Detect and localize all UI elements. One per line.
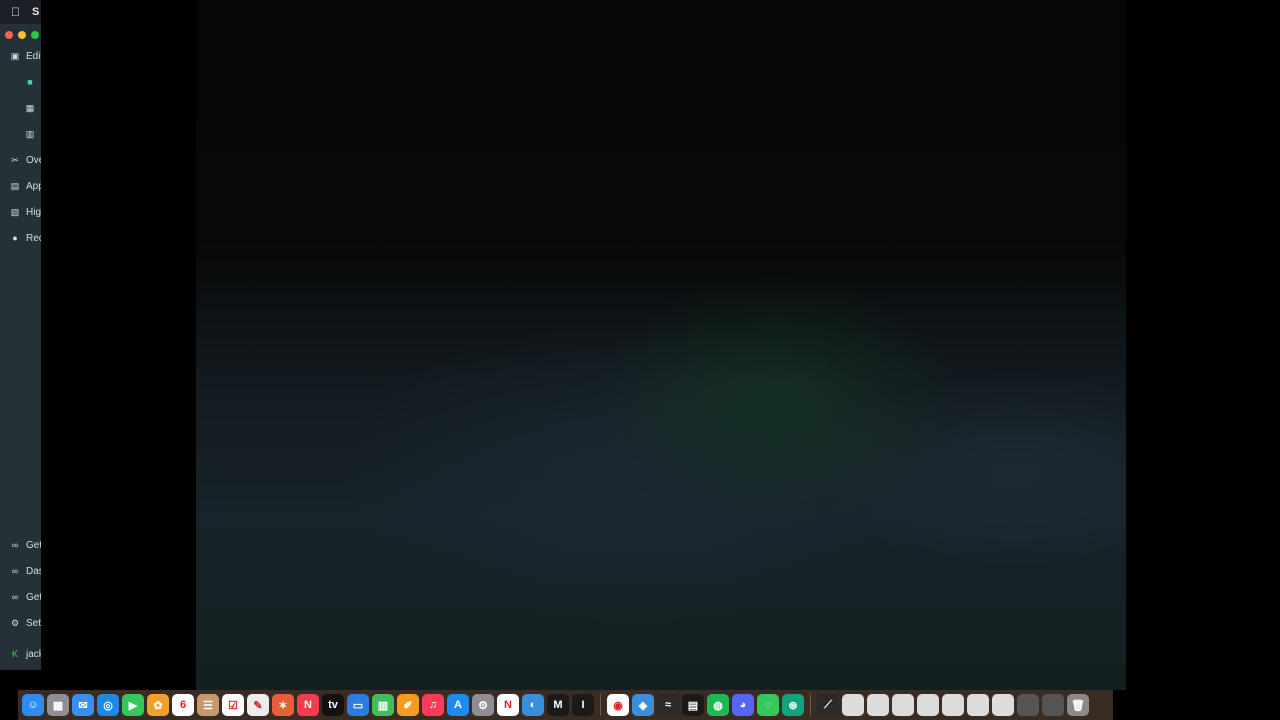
messages-icon[interactable]: ◌ — [757, 694, 779, 716]
mail-icon[interactable]: ✉ — [72, 694, 94, 716]
sidebar-bottom-item[interactable]: ∞ Get — [0, 585, 41, 609]
folder-video-icon: ▣ — [10, 50, 20, 61]
sidebar-item-label: Editi — [26, 50, 41, 62]
folder-icon[interactable] — [1017, 694, 1039, 716]
medium-icon[interactable]: M — [547, 694, 569, 716]
tools-icon: ✂ — [11, 154, 19, 165]
news-icon[interactable]: N — [297, 694, 319, 716]
video-preview[interactable] — [196, 0, 1126, 690]
piano-icon[interactable]: ▤ — [682, 694, 704, 716]
window-thumb-icon[interactable] — [867, 694, 889, 716]
gear-icon: ⚙ — [10, 617, 20, 628]
sidebar-item[interactable]: ▤ App — [0, 174, 41, 198]
freeform-icon[interactable]: ✶ — [272, 694, 294, 716]
keynote-icon[interactable]: ▭ — [347, 694, 369, 716]
sidebar-item-label: Das — [26, 565, 41, 577]
sidebar-item[interactable]: ● Rec — [0, 226, 41, 250]
sidebar-item[interactable]: ✂ Ove — [0, 148, 41, 172]
safari-icon[interactable]: ◎ — [97, 694, 119, 716]
sidebar-item-label: Sett — [26, 617, 41, 629]
sidebar-item[interactable]: ▣ Editi — [0, 44, 41, 68]
sidebar-item[interactable]: ▥ — [0, 122, 41, 146]
window-thumb-icon[interactable] — [967, 694, 989, 716]
facetime-icon[interactable]: ▶ — [122, 694, 144, 716]
sidebar-item-label: Get — [26, 591, 41, 603]
launchpad-icon[interactable]: ▦ — [47, 694, 69, 716]
waveform-icon[interactable]: ≈ — [657, 694, 679, 716]
spotify-icon[interactable]: ◍ — [707, 694, 729, 716]
highlight-icon: ▧ — [10, 206, 20, 217]
sidebar-bottom-item[interactable]: ∞ Get — [0, 533, 41, 557]
downloads-icon[interactable] — [1042, 694, 1064, 716]
window-thumb-icon[interactable] — [942, 694, 964, 716]
notes-icon[interactable]: ✎ — [247, 694, 269, 716]
desktop:  S ▣Editi■▦▥✂Ove▤App▧Higl●Rec ∞Get∞Das∞… — [0, 0, 1280, 720]
sidebar-item-label: Ove — [26, 154, 41, 166]
sidebar-bottom-item[interactable]: Kjack — [0, 642, 41, 666]
window-thumb-icon[interactable] — [842, 694, 864, 716]
record-icon: ● — [12, 233, 18, 243]
link-icon: ∞ — [11, 566, 19, 576]
photos-icon[interactable]: ✿ — [147, 694, 169, 716]
dock: ☺ ▦ ✉ ◎ ▶ ✿ 6 ☰ ☑ ✎ ✶ Ntv ▭ ▥ ✐ ♫ A ⚙ N ◐ M I ◉ ◈ ≈ ▤ ◍ ◕ ◌ ⊛ ⟋ 🗑 — [18, 690, 1113, 720]
dock-separator — [600, 694, 601, 716]
finder-icon[interactable]: ☺ — [22, 694, 44, 716]
sidebar-item-label: App — [26, 180, 41, 192]
reminders-icon[interactable]: ☑ — [222, 694, 244, 716]
pencil-icon[interactable]: ⟋ — [817, 694, 839, 716]
window-thumb-icon[interactable] — [917, 694, 939, 716]
music-icon[interactable]: ♫ — [422, 694, 444, 716]
textedit-icon[interactable]: I — [572, 694, 594, 716]
numbers-icon[interactable]: ▥ — [372, 694, 394, 716]
app-window: ▣ Editi ■ ▦ ▥ ✂ Ove ▤ App ▧ Higl ● Rec ∞ Get ∞ Das ∞ Get ⚙… — [0, 24, 41, 670]
preview-icon[interactable]: ◐ — [522, 694, 544, 716]
sidebar-item[interactable]: ■ — [0, 70, 41, 94]
trash-icon[interactable]: 🗑 — [1067, 694, 1089, 716]
zoom-window-button[interactable] — [31, 31, 39, 39]
chrome-icon[interactable]: ◉ — [607, 694, 629, 716]
contacts-icon[interactable]: ☰ — [197, 694, 219, 716]
proxyman-icon[interactable]: ◈ — [632, 694, 654, 716]
camera-icon: ■ — [27, 77, 33, 87]
chatgpt-icon[interactable]: ⊛ — [782, 694, 804, 716]
app-menu-name[interactable]: S — [32, 6, 39, 18]
k-logo-icon: K — [11, 649, 18, 659]
grid-icon: ▦ — [25, 102, 35, 113]
sidebar-item[interactable]: ▧ Higl — [0, 200, 41, 224]
menu-bar:  S — [0, 0, 41, 24]
columns-icon: ▥ — [25, 128, 35, 139]
sidebar-bottom-item[interactable]: ∞ Das — [0, 559, 41, 583]
appletv-icon[interactable]: tv — [322, 694, 344, 716]
calendar-icon[interactable]: 6 — [172, 694, 194, 716]
sidebar-bottom-item[interactable]: ⚙ Sett — [0, 611, 41, 635]
netflix-icon[interactable]: N — [497, 694, 519, 716]
appstore-icon[interactable]: A — [447, 694, 469, 716]
dock-separator — [810, 694, 811, 716]
apple-menu-icon[interactable]:  — [11, 6, 20, 18]
sidebar-item[interactable]: ▦ — [0, 96, 41, 120]
sidebar-item-label: Rec — [26, 232, 41, 244]
settings-icon[interactable]: ⚙ — [472, 694, 494, 716]
minimize-window-button[interactable] — [18, 31, 26, 39]
sidebar-item-label: Get — [26, 539, 41, 551]
window-controls — [5, 31, 39, 39]
window-thumb-icon[interactable] — [992, 694, 1014, 716]
store-icon: ▤ — [10, 180, 20, 191]
link-icon: ∞ — [11, 540, 19, 550]
sidebar-item-label: jack — [26, 648, 41, 660]
pages-icon[interactable]: ✐ — [397, 694, 419, 716]
close-window-button[interactable] — [5, 31, 13, 39]
link-icon: ∞ — [11, 592, 19, 602]
sidebar-item-label: Higl — [26, 206, 41, 218]
window-thumb-icon[interactable] — [892, 694, 914, 716]
discord-icon[interactable]: ◕ — [732, 694, 754, 716]
